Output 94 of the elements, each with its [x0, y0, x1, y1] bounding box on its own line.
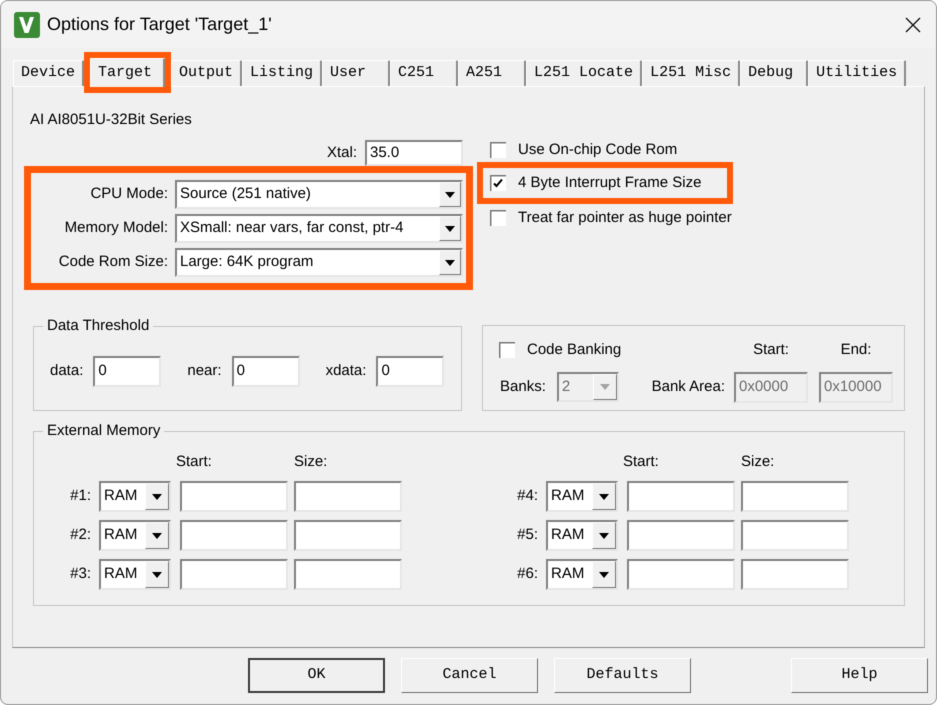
- caret-down-icon: [445, 226, 455, 232]
- dropdown-arrow-button[interactable]: [439, 250, 461, 275]
- text-field[interactable]: [294, 481, 402, 512]
- dropdown-arrow-button[interactable]: [145, 483, 169, 510]
- text-field[interactable]: 0: [376, 356, 444, 387]
- dropdown-arrow-button[interactable]: [592, 522, 616, 549]
- text-field[interactable]: [180, 559, 288, 590]
- dropdown[interactable]: RAM: [99, 559, 171, 590]
- column-label: End:: [840, 340, 872, 360]
- caret-down-icon: [152, 572, 162, 578]
- checkbox[interactable]: [490, 210, 506, 226]
- dialog-button[interactable]: OK: [248, 658, 385, 693]
- dropdown-arrow-button[interactable]: [592, 561, 616, 588]
- field-label: Xtal:: [326, 142, 357, 163]
- checkbox[interactable]: [499, 342, 515, 358]
- field-label: CPU Mode:: [89, 184, 168, 204]
- tab[interactable]: User: [322, 60, 390, 86]
- text-field[interactable]: [294, 559, 402, 590]
- group-title: External Memory: [46, 422, 162, 440]
- caret-down-icon: [599, 532, 609, 538]
- dialog-button[interactable]: Cancel: [401, 658, 538, 693]
- dropdown[interactable]: RAM: [99, 520, 171, 551]
- checkbox-label: Treat far pointer as huge pointer: [518, 208, 732, 228]
- column-label: Size:: [741, 452, 774, 469]
- caret-down-icon: [445, 192, 455, 198]
- column-label: Size:: [294, 452, 328, 469]
- text-field[interactable]: [741, 481, 849, 512]
- window-title: Options for Target 'Target_1': [47, 13, 272, 36]
- caret-down-icon: [600, 384, 610, 390]
- tab[interactable]: L251 Misc: [642, 60, 740, 86]
- field-label: Banks:: [500, 376, 546, 397]
- text-field[interactable]: [741, 520, 849, 551]
- text-field[interactable]: 0: [93, 356, 162, 387]
- caret-down-icon: [445, 260, 455, 266]
- text-field[interactable]: [627, 520, 735, 551]
- field-label: #1:: [69, 486, 91, 506]
- dropdown[interactable]: RAM: [99, 481, 171, 512]
- dialog-button[interactable]: Defaults: [554, 658, 691, 693]
- field-label: #6:: [516, 564, 538, 584]
- tab[interactable]: Target: [90, 58, 166, 87]
- caret-down-icon: [599, 572, 609, 578]
- dropdown-arrow-button[interactable]: [145, 522, 169, 549]
- tab[interactable]: Listing: [242, 60, 322, 86]
- column-label: Start:: [752, 340, 790, 360]
- tab[interactable]: C251: [390, 60, 458, 86]
- text-field[interactable]: 35.0: [365, 140, 463, 166]
- field-label: data:: [50, 361, 84, 382]
- text-field[interactable]: [627, 559, 735, 590]
- field-label: Code Rom Size:: [58, 252, 168, 272]
- group-title: Data Threshold: [46, 317, 150, 335]
- caret-down-icon: [152, 532, 162, 538]
- text-field[interactable]: [180, 520, 288, 551]
- tab[interactable]: Device: [13, 60, 84, 86]
- checkbox[interactable]: [490, 142, 506, 158]
- checkbox-label: 4 Byte Interrupt Frame Size: [518, 172, 702, 193]
- checkbox[interactable]: [490, 175, 506, 191]
- column-label: Start:: [176, 452, 213, 469]
- field-label: #5:: [516, 525, 538, 546]
- dropdown[interactable]: RAM: [546, 481, 618, 512]
- checkbox-label: Code Banking: [527, 340, 622, 360]
- field-label: #3:: [69, 564, 91, 584]
- column-label: Start:: [623, 452, 660, 469]
- tab[interactable]: L251 Locate: [526, 60, 642, 86]
- caret-down-icon: [599, 494, 609, 500]
- tab[interactable]: Utilities: [808, 60, 906, 86]
- dropdown-arrow-button[interactable]: [439, 182, 461, 207]
- text-field[interactable]: 0: [232, 356, 300, 387]
- dropdown[interactable]: XSmall: near vars, far const, ptr-4: [175, 214, 463, 243]
- tab[interactable]: Debug: [740, 60, 808, 86]
- field-label: xdata:: [326, 361, 366, 382]
- field-label: #4:: [516, 486, 538, 506]
- text-field[interactable]: [294, 520, 402, 551]
- dropdown[interactable]: Large: 64K program: [175, 248, 463, 277]
- text-field[interactable]: [180, 481, 288, 512]
- tab[interactable]: A251: [458, 60, 526, 86]
- dialog-button[interactable]: Help: [791, 658, 928, 693]
- field-label: near:: [187, 361, 222, 382]
- field-label: #2:: [69, 525, 91, 546]
- dropdown-arrow-button[interactable]: [145, 561, 169, 588]
- field-label: Memory Model:: [64, 218, 168, 238]
- app-logo-icon: [14, 12, 40, 38]
- dropdown[interactable]: Source (251 native): [175, 180, 463, 209]
- dropdown[interactable]: RAM: [546, 520, 618, 551]
- caret-down-icon: [152, 494, 162, 500]
- tab[interactable]: Output: [171, 60, 242, 86]
- dropdown[interactable]: RAM: [546, 559, 618, 590]
- dropdown-arrow-button[interactable]: [439, 216, 461, 241]
- checkbox-label: Use On-chip Code Rom: [518, 140, 678, 160]
- device-name: AI AI8051U-32Bit Series: [30, 110, 192, 130]
- text-field[interactable]: [627, 481, 735, 512]
- field-label: Bank Area:: [652, 376, 725, 397]
- close-icon[interactable]: [905, 16, 921, 32]
- text-field[interactable]: [741, 559, 849, 590]
- dropdown-arrow-button[interactable]: [592, 483, 616, 510]
